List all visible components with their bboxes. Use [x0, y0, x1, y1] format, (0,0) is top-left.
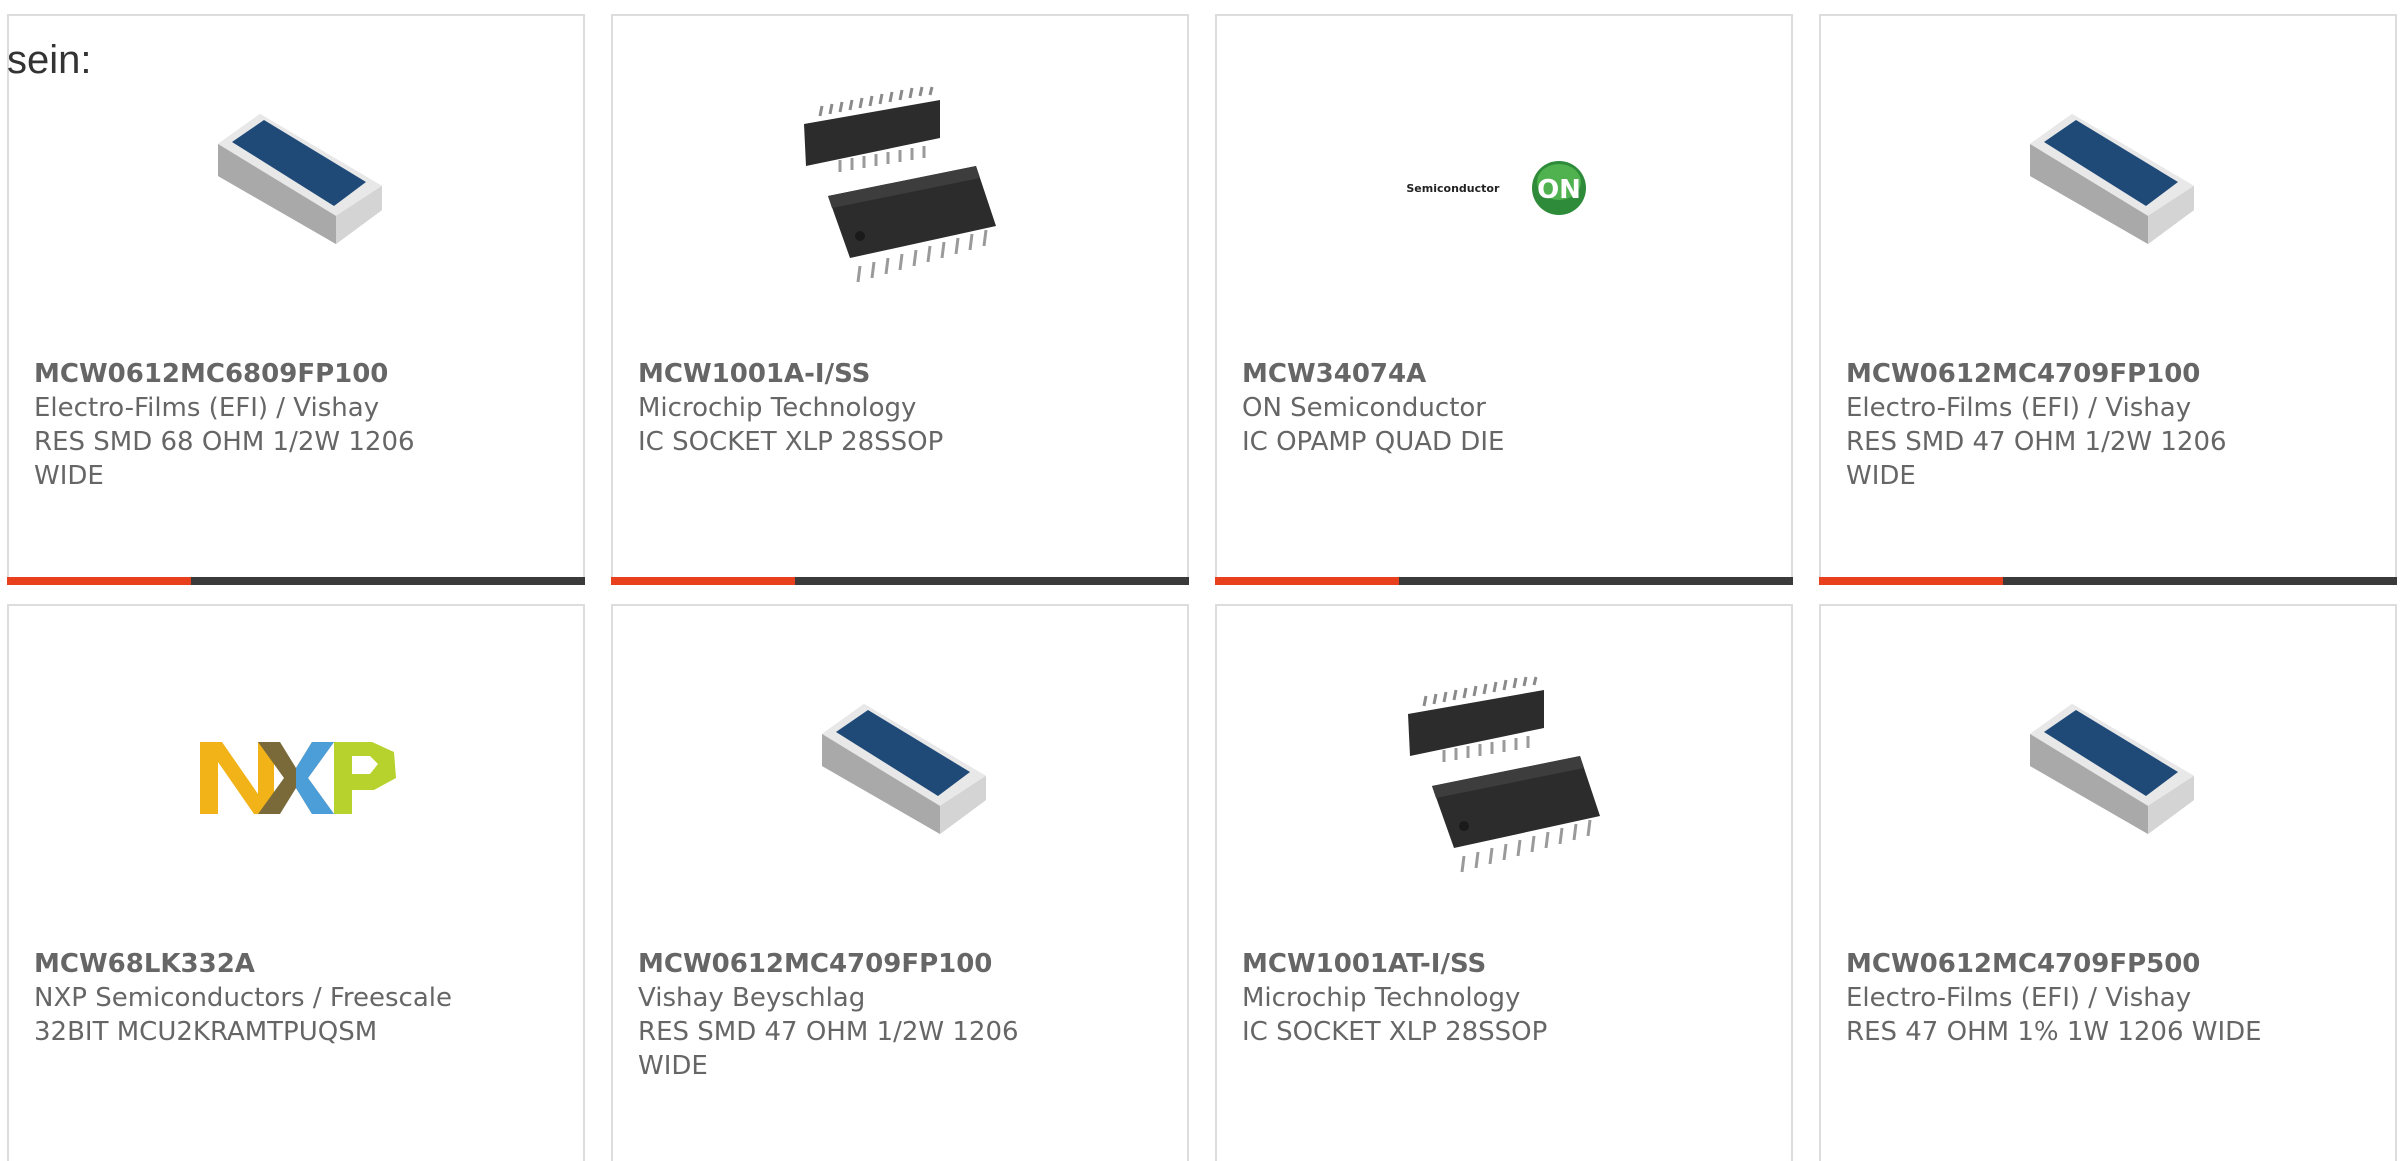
on-semiconductor-logo: ON Semiconductor ON: [1404, 86, 1606, 288]
part-number: MCW0612MC4709FP100: [1846, 359, 2201, 389]
part-number: MCW0612MC4709FP100: [638, 949, 993, 979]
description-continued: WIDE: [1846, 461, 1916, 491]
description: RES 47 OHM 1% 1W 1206 WIDE: [1846, 1017, 2262, 1047]
ssop-chip-image: [800, 86, 1002, 288]
manufacturer: Electro-Films (EFI) / Vishay: [34, 393, 380, 423]
card-accent: [1819, 577, 2003, 585]
description: IC SOCKET XLP 28SSOP: [1242, 1017, 1548, 1047]
manufacturer: Electro-Films (EFI) / Vishay: [1846, 393, 2192, 423]
part-number: MCW1001A-I/SS: [638, 359, 871, 389]
nxp-logo: [196, 676, 398, 878]
manufacturer: Vishay Beyschlag: [638, 983, 866, 1013]
card-accent: [7, 577, 191, 585]
part-number: MCW0612MC4709FP500: [1846, 949, 2201, 979]
description: IC OPAMP QUAD DIE: [1242, 427, 1505, 457]
description: RES SMD 47 OHM 1/2W 1206: [1846, 427, 2227, 457]
description-continued: WIDE: [34, 461, 104, 491]
product-card[interactable]: MCW0612MC4709FP100 Vishay Beyschlag RES …: [611, 604, 1189, 1161]
resistor-chip-image: [2008, 86, 2210, 288]
product-card[interactable]: MCW1001AT-I/SS Microchip Technology IC S…: [1215, 604, 1793, 1161]
part-number: MCW68LK332A: [34, 949, 255, 979]
logo-badge: ON: [1537, 175, 1581, 205]
product-card[interactable]: MCW1001A-I/SS Microchip Technology IC SO…: [611, 14, 1189, 585]
part-number: MCW34074A: [1242, 359, 1427, 389]
product-card[interactable]: MCW68LK332A NXP Semiconductors / Freesca…: [7, 604, 585, 1161]
lead-text: sein:: [7, 38, 92, 82]
description-continued: WIDE: [638, 1051, 708, 1081]
description: RES SMD 47 OHM 1/2W 1206: [638, 1017, 1019, 1047]
resistor-chip-image: [196, 86, 398, 288]
manufacturer: Microchip Technology: [638, 393, 917, 423]
part-number: MCW1001AT-I/SS: [1242, 949, 1487, 979]
product-grid-page: sein: MCW0612MC6809FP100 Electro-Films (…: [0, 0, 2400, 1161]
logo-text: ON Semiconductor: [1404, 182, 1500, 195]
part-number: MCW0612MC6809FP100: [34, 359, 389, 389]
card-footer-bar: [611, 577, 1189, 585]
description: RES SMD 68 OHM 1/2W 1206: [34, 427, 415, 457]
resistor-chip-image: [800, 676, 1002, 878]
card-accent: [611, 577, 795, 585]
product-card[interactable]: MCW0612MC4709FP100 Electro-Films (EFI) /…: [1819, 14, 2397, 585]
resistor-chip-image: [2008, 676, 2210, 878]
product-card[interactable]: ON Semiconductor ON MCW34074A ON Semicon…: [1215, 14, 1793, 585]
manufacturer: Microchip Technology: [1242, 983, 1521, 1013]
card-accent: [1215, 577, 1399, 585]
manufacturer: Electro-Films (EFI) / Vishay: [1846, 983, 2192, 1013]
card-footer-bar: [1215, 577, 1793, 585]
card-footer-bar: [1819, 577, 2397, 585]
description: IC SOCKET XLP 28SSOP: [638, 427, 944, 457]
ssop-chip-image: [1404, 676, 1606, 878]
card-footer-bar: [7, 577, 585, 585]
manufacturer: ON Semiconductor: [1242, 393, 1486, 423]
product-card[interactable]: MCW0612MC6809FP100 Electro-Films (EFI) /…: [7, 14, 585, 585]
product-card[interactable]: MCW0612MC4709FP500 Electro-Films (EFI) /…: [1819, 604, 2397, 1161]
manufacturer: NXP Semiconductors / Freescale: [34, 983, 453, 1013]
description: 32BIT MCU2KRAMTPUQSM: [34, 1017, 378, 1047]
